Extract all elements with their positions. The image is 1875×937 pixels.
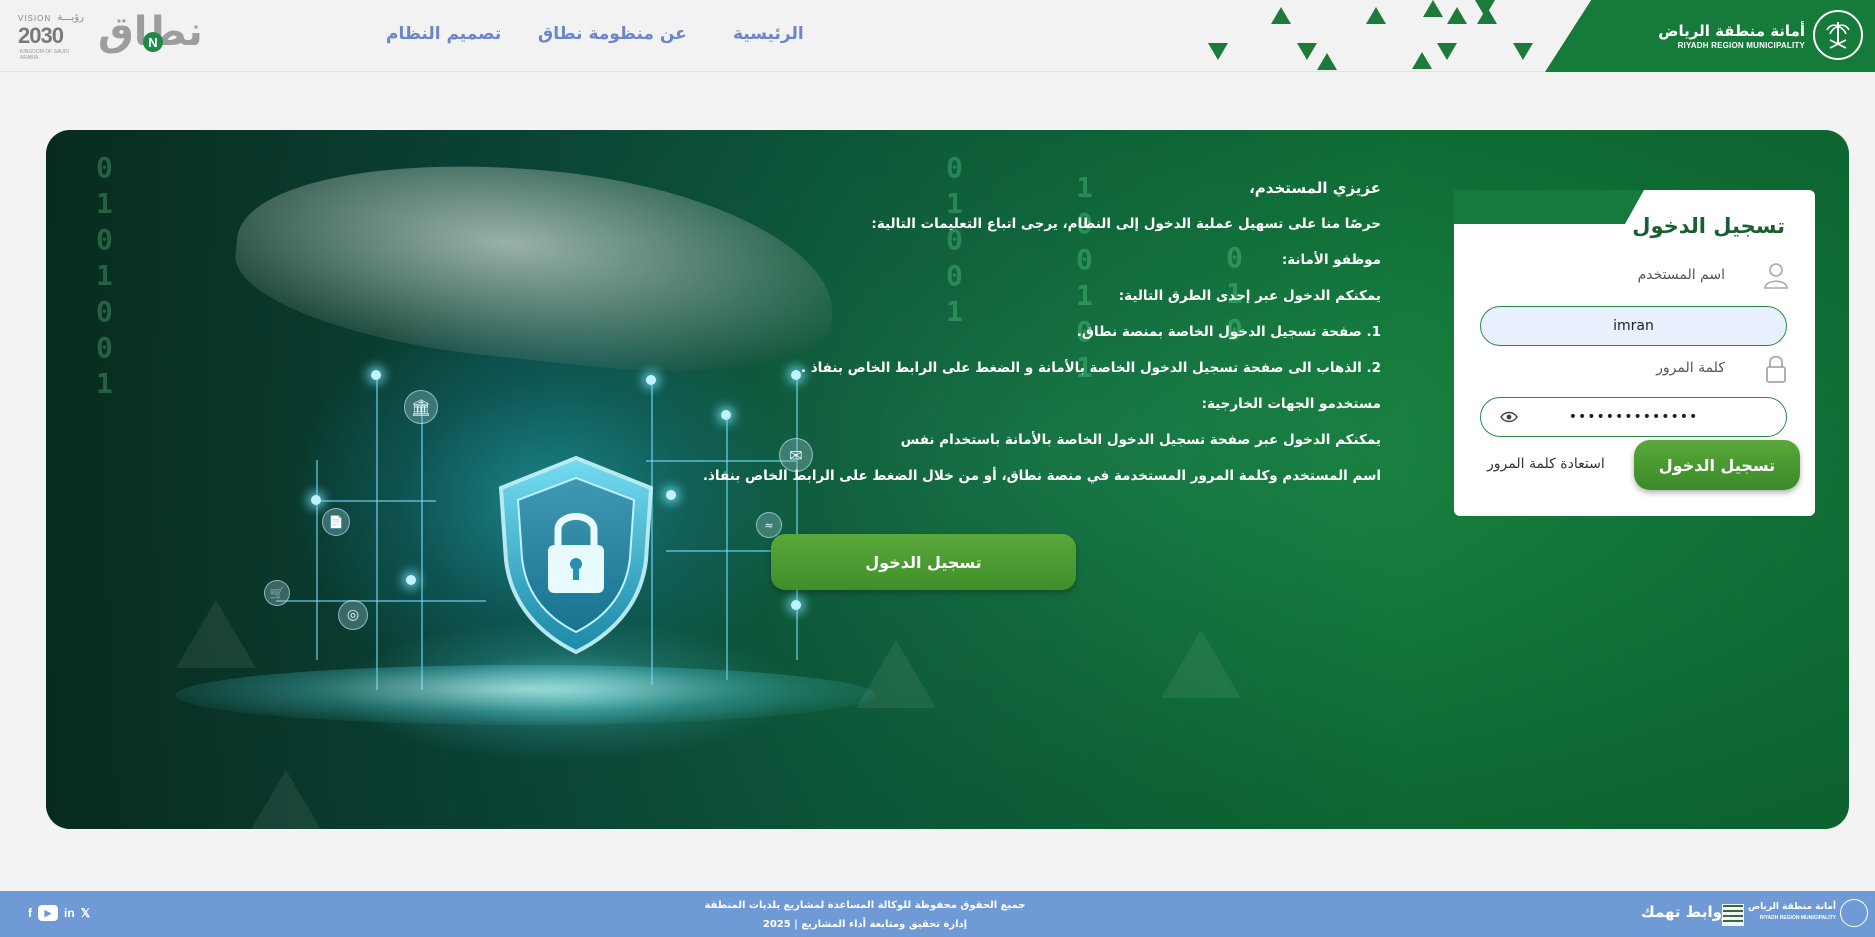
nafath-login-button[interactable]: تسجيل الدخول [771, 534, 1076, 590]
login-title: تسجيل الدخول [1632, 214, 1785, 238]
wifi-icon: ≈ [756, 512, 782, 538]
cart-icon: 🛒 [264, 580, 290, 606]
top-header: VISION رؤيـــة 2030 KINGDOM OF SAUDI ARA… [0, 0, 1875, 72]
lock-icon [1766, 355, 1786, 383]
org-name-ar: أمانة منطقة الرياض [1658, 21, 1805, 40]
user-icon [1764, 263, 1788, 289]
facebook-icon[interactable]: f [28, 905, 32, 921]
instruction-line: موظفو الأمانة: [1281, 252, 1381, 268]
vision-ar: رؤيـــة [57, 12, 84, 23]
vision-word: VISION [18, 14, 52, 23]
hand-image [227, 139, 845, 391]
instruction-line: 1. صفحة تسجيل الدخول الخاصة بمنصة نطاق. [1076, 324, 1381, 340]
instruction-line: مستخدمو الجهات الخارجية: [1201, 396, 1381, 412]
palm-emblem-icon [1840, 899, 1869, 927]
instruction-line: يمكنكم الدخول عبر صفحة تسجيل الدخول الخا… [900, 432, 1381, 448]
glowing-platform [176, 665, 876, 725]
x-icon[interactable]: 𝕏 [81, 905, 91, 921]
forgot-password-link[interactable]: استعادة كلمة المرور [1487, 456, 1605, 472]
instruction-line: 2. الذهاب الى صفحة تسجيل الدخول الخاصة ب… [800, 360, 1381, 376]
riyadh-municipality-logo[interactable]: أمانة منطقة الرياض RIYADH REGION MUNICIP… [1658, 10, 1863, 60]
instruction-greeting: عزيزي المستخدم، [1249, 179, 1381, 197]
palm-emblem-icon [1813, 10, 1863, 60]
instruction-line: حرصًا منا على تسهيل عملية الدخول إلى الن… [871, 216, 1381, 232]
login-instructions: عزيزي المستخدم، حرصًا منا على تسهيل عملي… [702, 170, 1381, 494]
nitaq-logo-badge: N [143, 32, 163, 52]
copyright-line: إدارة تحقيق ومتابعة أداء المشاريع | 2025 [762, 919, 968, 930]
vision-year: 2030 [18, 23, 64, 48]
shield-lock-icon [498, 455, 654, 655]
login-card: تسجيل الدخول اسم المستخدم كلمة المرور تس… [1454, 190, 1815, 516]
password-label: كلمة المرور [1656, 360, 1725, 376]
footer-org-ar: أمانة منطقة الرياض [1748, 902, 1837, 912]
bank-icon: 🏛 [404, 390, 438, 424]
instruction-line: اسم المستخدم وكلمة المرور المستخدمة في م… [702, 468, 1381, 484]
copyright-line: جميع الحقوق محفوظة للوكالة المساعدة لمشا… [704, 900, 1026, 911]
username-label: اسم المستخدم [1637, 267, 1725, 283]
nitaq-logo[interactable]: نطاق N [98, 10, 203, 60]
instruction-line: يمكنكم الدخول عبر إحدى الطرق التالية: [1118, 288, 1381, 304]
nav-home[interactable]: الرئيسية [733, 24, 804, 44]
footer-copyright: جميع الحقوق محفوظة للوكالة المساعدة لمشا… [700, 896, 1030, 934]
vision-sub: KINGDOM OF SAUDI ARABIA [20, 49, 69, 61]
password-input[interactable] [1480, 397, 1787, 437]
useful-links-title[interactable]: روابط تهمك [1641, 903, 1731, 921]
eye-icon[interactable] [1500, 411, 1518, 423]
username-input[interactable] [1480, 306, 1787, 346]
footer-org-en: RIYADH REGION MUNICIPALITY [1759, 915, 1837, 921]
login-submit-button[interactable]: تسجيل الدخول [1634, 440, 1800, 490]
youtube-icon[interactable]: ▶ [38, 905, 58, 921]
nav-system-design[interactable]: تصميم النظام [386, 24, 501, 44]
fingerprint-icon: ◎ [338, 600, 368, 630]
social-links: f ▶ in 𝕏 [28, 905, 90, 921]
qr-code-icon [1722, 904, 1744, 926]
linkedin-icon[interactable]: in [64, 905, 75, 921]
org-name-en: RIYADH REGION MUNICIPALITY [1677, 40, 1805, 50]
vision-2030-logo: VISION رؤيـــة 2030 KINGDOM OF SAUDI ARA… [18, 11, 84, 61]
partner-logos: VISION رؤيـــة 2030 KINGDOM OF SAUDI ARA… [18, 10, 203, 61]
document-icon: 📄 [322, 508, 350, 536]
footer: f ▶ in 𝕏 جميع الحقوق محفوظة للوكالة المس… [0, 891, 1875, 937]
hero-panel: 0101001 01001 100101 010 🏛 ✉ 📄 🛒 ◎ ≈ عزي… [46, 130, 1849, 829]
footer-municipality-logo: أمانة منطقة الرياض RIYADH REGION MUNICIP… [1748, 899, 1869, 927]
nav-about-nitaq[interactable]: عن منظومة نطاق [538, 24, 687, 44]
